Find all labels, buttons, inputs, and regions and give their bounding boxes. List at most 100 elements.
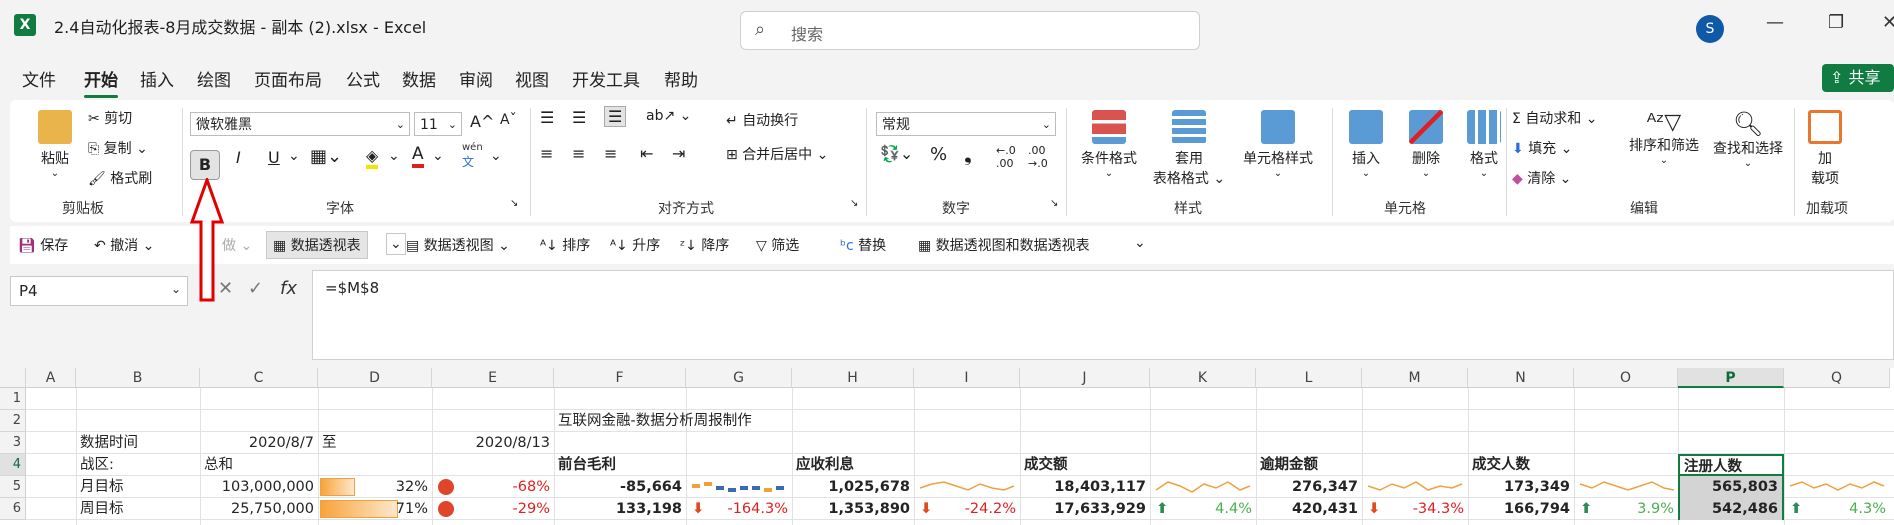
cell-start-date[interactable]: 2020/8/7 [200, 432, 318, 454]
tab-help[interactable]: 帮助 [664, 66, 698, 91]
comma-style-icon[interactable]: ❟ [964, 142, 972, 166]
merge-center-button[interactable]: ⊞ 合并后居中 ⌄ [726, 144, 828, 164]
tab-developer[interactable]: 开发工具 [572, 66, 640, 91]
row-header[interactable]: 5 [0, 476, 26, 498]
row-header[interactable]: 3 [0, 432, 26, 454]
qa-save-button[interactable]: 💾︎ 保存 [18, 235, 68, 255]
increase-font-icon[interactable]: A^ [470, 112, 494, 131]
cell-r5-l[interactable]: 276,347 [1256, 476, 1362, 498]
cell-r5-p[interactable]: 565,803 [1678, 476, 1784, 498]
col-header[interactable]: B [76, 368, 200, 388]
paste-button[interactable]: 粘贴 ⌄ [30, 110, 80, 179]
cell-week-ratio[interactable]: -29% [432, 498, 554, 520]
increase-indent-icon[interactable]: ⇥ [672, 144, 685, 163]
cell-r6-q[interactable]: 4.3% [1784, 498, 1890, 520]
cell-r5-n[interactable]: 173,349 [1468, 476, 1574, 498]
insert-function-icon[interactable]: fx [280, 278, 297, 299]
qa-asc-button[interactable]: ᴬ↓ 升序 [610, 235, 660, 255]
cell-r6-k[interactable]: 4.4% [1150, 498, 1256, 520]
col-header[interactable]: O [1574, 368, 1678, 388]
tab-view[interactable]: 视图 [515, 66, 549, 91]
cell-r6-p[interactable]: 542,486 [1678, 498, 1784, 520]
header-volume[interactable]: 成交额 [1020, 454, 1072, 476]
enter-formula-icon[interactable]: ✓ [248, 278, 263, 299]
delete-cells-button[interactable]: 删除 ⌄ [1396, 110, 1456, 179]
cell-to[interactable]: 至 [318, 432, 341, 454]
font-color-dropdown-icon[interactable]: ⌄ [432, 148, 444, 164]
font-color-icon[interactable]: A [412, 144, 424, 168]
italic-button[interactable]: I [236, 148, 241, 167]
fill-button[interactable]: ⬇ 填充 ⌄ [1512, 138, 1572, 158]
qa-customize-icon[interactable]: ⌄ [1134, 235, 1146, 251]
addins-button[interactable]: 加载项 [1800, 110, 1850, 188]
col-header[interactable]: J [1020, 368, 1150, 388]
name-box[interactable]: P4 ⌄ [10, 276, 188, 306]
qa-pivot-view-button[interactable]: ▤ 数据透视图 ⌄ [406, 235, 510, 255]
col-header[interactable]: M [1362, 368, 1468, 388]
col-header[interactable]: F [554, 368, 686, 388]
font-dialog-launcher-icon[interactable]: ↘ [510, 198, 518, 209]
close-icon[interactable]: ✕ [1882, 12, 1894, 33]
cell-date-label[interactable]: 数据时间 [76, 432, 142, 454]
tab-insert[interactable]: 插入 [140, 66, 174, 91]
conditional-format-button[interactable]: 条件格式 ⌄ [1070, 110, 1148, 179]
increase-decimal-icon[interactable]: ←.0.00 [996, 144, 1016, 170]
tab-formulas[interactable]: 公式 [346, 66, 380, 91]
qa-filter-button[interactable]: ▽ 筛选 [756, 235, 799, 255]
minimize-icon[interactable]: — [1766, 12, 1784, 33]
col-header-selected[interactable]: P [1678, 368, 1784, 388]
qa-undo-button[interactable]: ↶ 撤消 ⌄ [94, 235, 154, 255]
decrease-indent-icon[interactable]: ⇤ [640, 144, 653, 163]
qa-pivot-table-button[interactable]: ▦ 数据透视表 [266, 231, 368, 259]
cell-r6-f[interactable]: 133,198 [554, 498, 686, 520]
decrease-decimal-icon[interactable]: .00 →.0 [1028, 144, 1048, 170]
qa-desc-button[interactable]: ᶻ↓ 降序 [680, 235, 729, 255]
tab-draw[interactable]: 绘图 [197, 66, 231, 91]
col-header[interactable]: H [792, 368, 914, 388]
decrease-font-icon[interactable]: Aˇ [500, 112, 517, 128]
align-left-icon[interactable]: ≡ [540, 144, 553, 163]
col-header[interactable]: E [432, 368, 554, 388]
cell-r6-i[interactable]: -24.2% [914, 498, 1020, 520]
tab-data[interactable]: 数据 [402, 66, 436, 91]
cell-r6-m[interactable]: -34.3% [1362, 498, 1468, 520]
align-bottom-icon[interactable]: ☰ [604, 106, 627, 127]
row-header[interactable]: 2 [0, 410, 26, 432]
tab-file[interactable]: 文件 [22, 66, 56, 91]
format-painter-button[interactable]: 🖌 格式刷 [88, 168, 152, 188]
cell-r5-h[interactable]: 1,025,678 [792, 476, 914, 498]
col-header[interactable]: L [1256, 368, 1362, 388]
insert-cells-button[interactable]: 插入 ⌄ [1336, 110, 1396, 179]
col-header[interactable]: Q [1784, 368, 1890, 388]
row-header[interactable]: 6 [0, 498, 26, 520]
cell-r6-h[interactable]: 1,353,890 [792, 498, 914, 520]
cell-r5-j[interactable]: 18,403,117 [1020, 476, 1150, 498]
cell-r5-f[interactable]: -85,664 [554, 476, 686, 498]
cell-total[interactable]: 总和 [200, 454, 237, 476]
tab-home[interactable]: 开始 [84, 66, 118, 98]
cell-r6-o[interactable]: 3.9% [1574, 498, 1678, 520]
header-deal-count[interactable]: 成交人数 [1468, 454, 1534, 476]
search-input[interactable]: ⌕ 搜索 [740, 11, 1200, 50]
tab-page-layout[interactable]: 页面布局 [254, 66, 322, 91]
qa-pivot-table-dropdown-icon[interactable]: ⌄ [386, 233, 406, 255]
autosum-button[interactable]: Σ 自动求和 ⌄ [1512, 108, 1598, 128]
fill-color-icon[interactable]: ◈ [366, 146, 379, 169]
col-header[interactable]: D [318, 368, 432, 388]
cell-month-pct[interactable]: 32% [318, 476, 432, 498]
cell-styles-button[interactable]: 单元格样式 ⌄ [1228, 110, 1328, 179]
col-header[interactable]: G [686, 368, 792, 388]
cell-r6-n[interactable]: 166,794 [1468, 498, 1574, 520]
select-all-corner[interactable] [0, 368, 26, 388]
bold-button[interactable]: B [190, 150, 220, 180]
report-title[interactable]: 互联网金融-数据分析周报制作 [554, 410, 756, 432]
clear-button[interactable]: ◆ 清除 ⌄ [1512, 168, 1571, 188]
header-gross-profit[interactable]: 前台毛利 [554, 454, 620, 476]
underline-dropdown-icon[interactable]: ⌄ [288, 148, 300, 164]
sort-filter-button[interactable]: ᴬᶻ▽ 排序和筛选 ⌄ [1622, 110, 1706, 166]
number-format-select[interactable]: 常规 ⌄ [876, 112, 1056, 136]
cut-button[interactable]: ✂ 剪切 [88, 108, 132, 128]
copy-button[interactable]: ⎘ 复制 ⌄ [88, 138, 148, 158]
tab-review[interactable]: 审阅 [459, 66, 493, 91]
align-middle-icon[interactable]: ☰ [572, 108, 586, 127]
